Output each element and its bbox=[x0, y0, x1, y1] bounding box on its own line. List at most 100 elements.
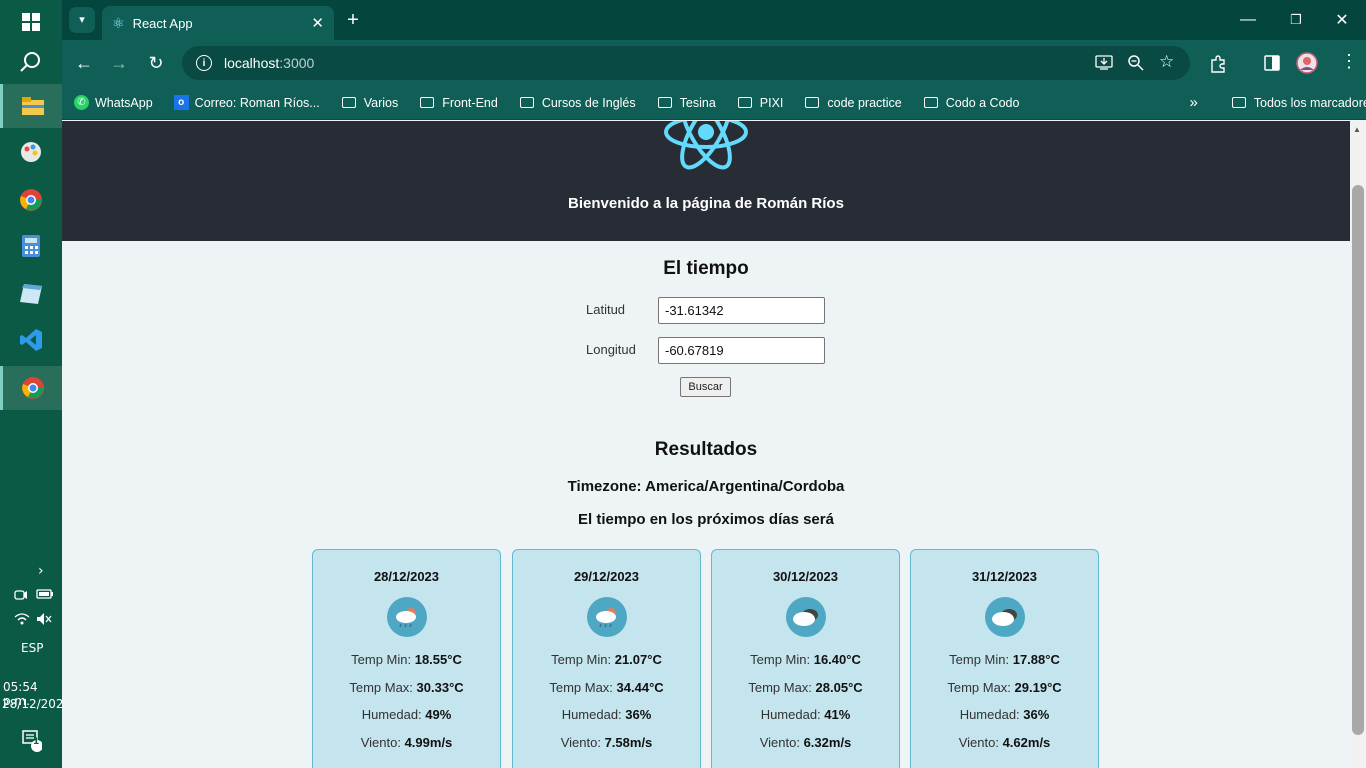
close-tab-icon[interactable]: ✕ bbox=[311, 14, 324, 32]
bookmark-folder-varios[interactable]: Varios bbox=[341, 96, 398, 110]
volume-muted-icon[interactable] bbox=[36, 612, 52, 629]
bookmark-folder-tesina[interactable]: Tesina bbox=[657, 96, 716, 110]
folder-icon bbox=[519, 97, 534, 108]
wifi-icon[interactable] bbox=[14, 612, 30, 629]
bookmark-whatsapp[interactable]: ✆ WhatsApp bbox=[74, 95, 153, 110]
bookmark-folder-code-practice[interactable]: code practice bbox=[805, 96, 902, 110]
chrome-active-icon[interactable] bbox=[0, 366, 62, 410]
language-indicator[interactable]: ESP bbox=[21, 641, 43, 655]
wind-row: Viento: 4.62m/s bbox=[911, 735, 1098, 750]
rain-cloud-icon bbox=[387, 597, 427, 637]
folder-icon bbox=[737, 97, 752, 108]
wind-value: 7.58m/s bbox=[604, 735, 653, 750]
scroll-up-icon[interactable]: ▲ bbox=[1353, 125, 1361, 134]
wind-label: Viento: bbox=[560, 735, 605, 750]
tab-bar: ▾ ⚛ React App ✕ + — ❐ ✕ bbox=[62, 0, 1366, 40]
new-tab-icon[interactable]: + bbox=[342, 0, 364, 40]
temp-max-label: Temp Max: bbox=[349, 680, 417, 695]
install-app-icon[interactable] bbox=[1095, 55, 1113, 75]
chrome-icon[interactable] bbox=[0, 178, 62, 222]
extensions-icon[interactable] bbox=[1209, 55, 1227, 77]
forward-icon[interactable]: → bbox=[104, 48, 134, 78]
restore-icon[interactable]: ❐ bbox=[1284, 0, 1308, 40]
bookmark-label: Codo a Codo bbox=[945, 95, 1020, 110]
bookmark-star-icon[interactable]: ☆ bbox=[1159, 52, 1174, 72]
forecast-card: 29/12/2023 Temp Min: 21.07°C Temp Max: 3… bbox=[512, 549, 701, 768]
chevron-right-icon[interactable]: › bbox=[38, 563, 44, 579]
file-explorer-icon[interactable] bbox=[0, 84, 62, 128]
folder-icon bbox=[923, 97, 938, 108]
close-window-icon[interactable]: ✕ bbox=[1330, 0, 1354, 40]
paint-icon[interactable] bbox=[0, 130, 62, 174]
vscode-icon[interactable] bbox=[0, 318, 62, 362]
menu-kebab-icon[interactable]: ⋮ bbox=[1340, 51, 1358, 72]
minimize-icon[interactable]: — bbox=[1236, 0, 1260, 40]
longitude-input[interactable] bbox=[658, 337, 825, 364]
search-button[interactable]: Buscar bbox=[680, 377, 731, 397]
temp-max-row: Temp Max: 30.33°C bbox=[313, 680, 500, 695]
bookmark-label: WhatsApp bbox=[95, 95, 153, 110]
temp-max-row: Temp Max: 34.44°C bbox=[513, 680, 700, 695]
calculator-icon[interactable] bbox=[0, 224, 62, 268]
wind-label: Viento: bbox=[759, 735, 804, 750]
site-info-icon[interactable]: i bbox=[196, 55, 212, 71]
wind-value: 4.62m/s bbox=[1002, 735, 1051, 750]
address-bar[interactable]: i localhost:3000 bbox=[182, 46, 1190, 80]
zoom-icon[interactable] bbox=[1128, 55, 1144, 75]
back-icon[interactable]: ← bbox=[69, 48, 99, 78]
bookmark-folder-cursos-ingles[interactable]: Cursos de Inglés bbox=[519, 96, 636, 110]
rain-cloud-icon bbox=[587, 597, 627, 637]
clock-date[interactable]: 28/12/2023 bbox=[2, 697, 71, 711]
bookmark-folder-codo-a-codo[interactable]: Codo a Codo bbox=[923, 95, 1020, 110]
humidity-row: Humedad: 41% bbox=[712, 707, 899, 722]
latitude-label: Latitud bbox=[586, 302, 626, 317]
folder-icon bbox=[1231, 97, 1246, 108]
temp-max-label: Temp Max: bbox=[947, 680, 1015, 695]
side-panel-icon[interactable] bbox=[1264, 55, 1280, 75]
humidity-value: 49% bbox=[425, 707, 452, 722]
profile-avatar[interactable] bbox=[1296, 52, 1318, 78]
browser-toolbar: ← → ↻ i localhost:3000 ☆ ⋮ bbox=[62, 40, 1366, 86]
more-bookmarks-icon[interactable]: » bbox=[1189, 94, 1197, 111]
bookmark-folder-pixi[interactable]: PIXI bbox=[737, 96, 783, 110]
forecast-date: 29/12/2023 bbox=[573, 569, 640, 584]
meet-icon[interactable] bbox=[14, 588, 28, 605]
results-title: Resultados bbox=[654, 439, 758, 460]
humidity-value: 41% bbox=[824, 707, 851, 722]
latitude-input[interactable] bbox=[658, 297, 825, 324]
app-header: Bienvenido a la página de Román Ríos bbox=[62, 121, 1350, 241]
browser-window: ▾ ⚛ React App ✕ + — ❐ ✕ ← → ↻ i localhos… bbox=[62, 0, 1366, 768]
forecast-subtitle: El tiempo en los próximos días será bbox=[578, 511, 834, 528]
temp-max-value: 28.05°C bbox=[815, 680, 863, 695]
tab-react-app[interactable]: ⚛ React App ✕ bbox=[102, 6, 334, 40]
forecast-date: 31/12/2023 bbox=[971, 569, 1038, 584]
temp-max-row: Temp Max: 29.19°C bbox=[911, 680, 1098, 695]
search-icon[interactable] bbox=[0, 40, 62, 84]
battery-icon[interactable] bbox=[36, 588, 54, 603]
all-bookmarks-folder[interactable]: Todos los marcadores bbox=[1231, 96, 1366, 110]
reload-icon[interactable]: ↻ bbox=[141, 48, 171, 78]
forecast-card: 31/12/2023 Temp Min: 17.88°C Temp Max: 2… bbox=[910, 549, 1099, 768]
temp-max-value: 30.33°C bbox=[416, 680, 464, 695]
notifications-icon[interactable]: 1 bbox=[22, 730, 43, 755]
bookmark-folder-front-end[interactable]: Front-End bbox=[420, 96, 498, 110]
humidity-row: Humedad: 49% bbox=[313, 707, 500, 722]
tab-search-icon[interactable]: ▾ bbox=[68, 0, 96, 40]
temp-max-value: 29.19°C bbox=[1014, 680, 1062, 695]
header-title: Bienvenido a la página de Román Ríos bbox=[568, 195, 844, 212]
bookmark-correo[interactable]: o Correo: Roman Ríos... bbox=[173, 95, 320, 110]
temp-min-row: Temp Min: 21.07°C bbox=[513, 652, 700, 667]
wind-value: 6.32m/s bbox=[803, 735, 852, 750]
temp-max-label: Temp Max: bbox=[549, 680, 617, 695]
temp-min-row: Temp Min: 17.88°C bbox=[911, 652, 1098, 667]
humidity-row: Humedad: 36% bbox=[911, 707, 1098, 722]
scrollbar-thumb[interactable] bbox=[1352, 185, 1364, 735]
page-scrollbar[interactable]: ▲ bbox=[1350, 121, 1366, 768]
tab-title: React App bbox=[132, 15, 193, 31]
windows-start-icon[interactable] bbox=[0, 0, 62, 44]
temp-max-label: Temp Max: bbox=[748, 680, 816, 695]
notes-icon[interactable] bbox=[0, 272, 62, 316]
bookmark-label: Front-End bbox=[442, 95, 498, 110]
temp-min-value: 17.88°C bbox=[1012, 652, 1060, 667]
wind-row: Viento: 6.32m/s bbox=[712, 735, 899, 750]
